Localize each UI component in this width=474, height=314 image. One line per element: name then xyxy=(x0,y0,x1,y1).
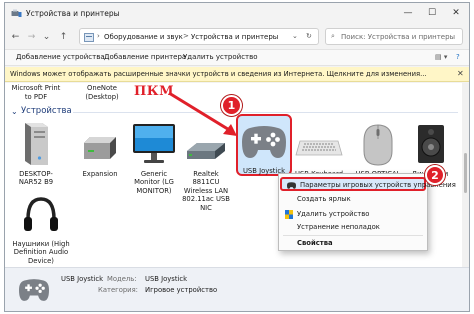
back-arrow-icon: ← xyxy=(11,31,20,42)
device-label: Generic Monitor (LG MONITOR) xyxy=(134,169,174,195)
details-model-value: USB Joystick xyxy=(145,275,188,283)
refresh-icon[interactable]: ↻ xyxy=(306,32,312,40)
address-bar[interactable]: › Оборудование и звук > Устройства и при… xyxy=(79,28,319,45)
title-bar: Устройства и принтеры — ☐ ✕ xyxy=(5,3,469,25)
device-usb-optical[interactable]: USB OPTICAL xyxy=(351,121,405,178)
scrollbar-thumb[interactable] xyxy=(464,153,467,193)
annotation-step-2: 2 xyxy=(425,165,445,185)
speaker-icon xyxy=(418,125,444,163)
details-device-name: USB Joystick xyxy=(61,275,104,283)
menu-item-properties[interactable]: Свойства xyxy=(279,237,427,250)
details-category-value: Игровое устройство xyxy=(145,286,218,294)
section-collapse-icon[interactable]: ⌄ xyxy=(11,107,18,116)
menu-separator xyxy=(283,235,423,236)
info-bar[interactable]: Windows может отображать расширенные зна… xyxy=(5,67,469,82)
close-button[interactable]: ✕ xyxy=(445,6,467,20)
menu-item-label: Удалить устройство xyxy=(297,210,370,218)
maximize-icon: ☐ xyxy=(427,8,437,18)
breadcrumb-hardware-sound[interactable]: Оборудование и звук xyxy=(104,33,183,41)
device-label: Наушники (High Definition Audio Device) xyxy=(12,239,70,265)
details-category-key: Категория: xyxy=(98,286,138,294)
annotation-step-1: 1 xyxy=(221,95,242,116)
breadcrumb-sep-icon: › xyxy=(97,32,100,40)
search-box[interactable]: ⌕ Поиск: Устройства и принтеры xyxy=(325,28,463,45)
chevron-down-icon: ⌄ xyxy=(42,31,51,42)
address-dropdown-icon[interactable]: ⌄ xyxy=(292,32,298,40)
close-icon: ✕ xyxy=(452,8,460,18)
back-button[interactable]: ← xyxy=(9,30,22,43)
device-label: Expansion xyxy=(82,169,118,178)
minimize-button[interactable]: — xyxy=(397,6,419,20)
window-title: Устройства и принтеры xyxy=(26,9,120,18)
menu-item-troubleshoot[interactable]: Устранение неполадок xyxy=(279,221,427,234)
context-menu: Параметры игровых устройств управления С… xyxy=(278,173,456,251)
menu-item-remove-device[interactable]: Удалить устройство xyxy=(279,208,427,221)
recent-button[interactable]: ⌄ xyxy=(40,30,53,43)
printer-item-onenote[interactable]: OneNote (Desktop) xyxy=(75,84,129,101)
device-label: Realtek 8811CU Wireless LAN 802.11ac USB… xyxy=(182,169,230,212)
mouse-icon xyxy=(363,124,393,166)
shield-icon xyxy=(285,210,293,219)
search-icon: ⌕ xyxy=(331,32,335,40)
breadcrumb-devices-printers[interactable]: Устройства и принтеры xyxy=(191,33,278,41)
printer-label: OneNote (Desktop) xyxy=(85,84,119,101)
navigation-bar: ← → ⌄ ↑ › Оборудование и звук > Устройст… xyxy=(5,25,469,49)
device-label: DESKTOP-NAR52 B9 xyxy=(18,169,54,187)
gamepad-icon xyxy=(287,182,296,189)
devices-and-printers-window: Устройства и принтеры — ☐ ✕ ← → ⌄ ↑ › Об… xyxy=(4,2,470,312)
keyboard-icon xyxy=(295,140,343,156)
search-input[interactable]: Поиск: Устройства и принтеры xyxy=(341,33,455,41)
menu-item-create-shortcut[interactable]: Создать ярлык xyxy=(279,193,427,206)
gamepad-icon xyxy=(242,126,286,158)
breadcrumb-separator: > xyxy=(183,32,189,40)
devices-printers-icon xyxy=(11,9,22,17)
menu-item-label: Создать ярлык xyxy=(297,195,351,203)
device-usb-joystick[interactable]: USB Joystick xyxy=(237,120,291,175)
add-device-button[interactable]: Добавление устройства xyxy=(16,53,105,61)
device-headphones[interactable]: Наушники (High Definition Audio Device) xyxy=(11,193,71,265)
devices-section-title: Устройства xyxy=(21,106,72,116)
help-icon[interactable]: ? xyxy=(456,53,460,61)
maximize-button[interactable]: ☐ xyxy=(421,6,443,20)
gamepad-icon xyxy=(19,279,49,301)
up-button[interactable]: ↑ xyxy=(57,30,70,43)
external-drive-icon xyxy=(84,137,116,159)
device-expansion[interactable]: Expansion xyxy=(73,121,127,178)
device-desktop[interactable]: DESKTOP-NAR52 B9 xyxy=(9,121,63,187)
up-arrow-icon: ↑ xyxy=(59,31,68,42)
details-pane: USB Joystick Модель: USB Joystick Катего… xyxy=(5,267,469,311)
headphones-icon xyxy=(24,197,58,231)
control-panel-icon xyxy=(84,33,94,42)
computer-tower-icon xyxy=(25,123,48,165)
remove-device-button[interactable]: Удалить устройство xyxy=(183,53,258,61)
details-model-key: Модель: xyxy=(107,275,137,283)
view-options-icon[interactable]: ▤ ▾ xyxy=(435,53,447,61)
menu-item-game-controllers[interactable]: Параметры игровых устройств управления xyxy=(280,177,456,191)
forward-button[interactable]: → xyxy=(25,30,38,43)
section-divider xyxy=(73,112,458,113)
minimize-icon: — xyxy=(403,8,413,18)
forward-arrow-icon: → xyxy=(27,31,36,42)
printer-label: Microsoft Print to PDF xyxy=(11,84,61,101)
menu-item-label: Устранение неполадок xyxy=(297,223,380,231)
menu-item-label: Свойства xyxy=(297,239,333,247)
command-bar: Добавление устройства Добавление принтер… xyxy=(5,49,469,66)
info-bar-text[interactable]: Windows может отображать расширенные зна… xyxy=(10,70,427,78)
printer-item-pdf[interactable]: Microsoft Print to PDF xyxy=(9,84,63,101)
info-close-icon[interactable]: ✕ xyxy=(457,69,464,78)
device-usb-keyboard[interactable]: USB Keyboard xyxy=(292,121,346,178)
add-printer-button[interactable]: Добавление принтера xyxy=(104,53,186,61)
